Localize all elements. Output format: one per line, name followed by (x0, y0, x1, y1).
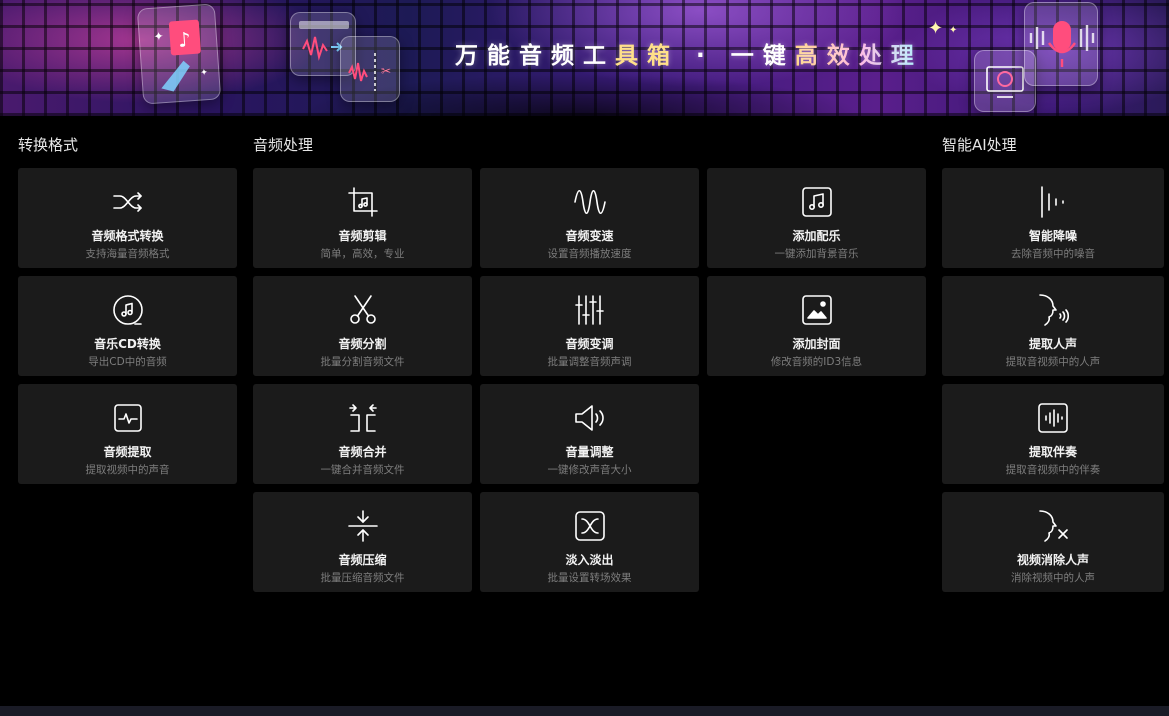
music-note-box-icon (800, 185, 834, 219)
card-name: 音频变速 (565, 229, 614, 243)
crop-note-icon (346, 185, 380, 219)
card-desc: 去除音频中的噪音 (1011, 248, 1095, 260)
card-desc: 批量设置转场效果 (547, 572, 632, 584)
card-audio-pitch[interactable]: 音频变调 批量调整音频声调 (480, 276, 699, 376)
card-volume[interactable]: 音量调整 一键修改声音大小 (480, 384, 699, 484)
card-name: 视频消除人声 (1016, 553, 1089, 567)
speaker-icon (573, 401, 607, 435)
svg-text:♪: ♪ (177, 27, 191, 52)
sine-wave-icon (573, 185, 607, 219)
section-title-ai: 智能AI处理 (942, 136, 1017, 154)
denoise-bars-icon (1036, 185, 1070, 219)
card-desc: 一键合并音频文件 (320, 464, 405, 476)
card-format-convert[interactable]: 音频格式转换 支持海量音频格式 (18, 168, 237, 268)
shuffle-icon (111, 185, 145, 219)
card-name: 音频剪辑 (338, 229, 387, 243)
banner-title: 万能音频工具箱 · 一键高效处理 (455, 43, 923, 69)
card-desc: 一键修改声音大小 (547, 464, 632, 476)
audio-cut-decoration-icon: ✂ (340, 36, 400, 102)
card-extract-accompaniment[interactable]: 提取伴奏 提取音视频中的伴奏 (942, 384, 1164, 484)
card-remove-voice[interactable]: 视频消除人声 消除视频中的人声 (942, 492, 1164, 592)
card-desc: 批量调整音频声调 (547, 356, 632, 368)
card-audio-compress[interactable]: 音频压缩 批量压缩音频文件 (253, 492, 472, 592)
card-desc: 消除视频中的人声 (1011, 572, 1095, 584)
music-file-decoration-icon: ♪ ✦ ✦ (136, 3, 222, 105)
microphone-decoration-icon (1024, 2, 1098, 86)
sliders-icon (573, 293, 607, 327)
card-name: 音量调整 (565, 445, 614, 459)
card-name: 音乐CD转换 (94, 337, 161, 351)
card-name: 音频变调 (565, 337, 614, 351)
svg-text:✂: ✂ (381, 64, 391, 78)
audio-bars-box-icon (1036, 401, 1070, 435)
card-fade[interactable]: 淡入淡出 批量设置转场效果 (480, 492, 699, 592)
card-name: 音频格式转换 (91, 229, 164, 243)
card-desc: 一键添加背景音乐 (774, 248, 859, 260)
card-desc: 批量分割音频文件 (320, 356, 405, 368)
card-name: 添加封面 (792, 337, 841, 351)
scissors-icon (346, 293, 380, 327)
waveform-box-icon (111, 401, 145, 435)
card-add-music[interactable]: 添加配乐 一键添加背景音乐 (707, 168, 926, 268)
card-name: 淡入淡出 (565, 553, 614, 567)
section-title-convert: 转换格式 (18, 136, 79, 154)
card-add-cover[interactable]: 添加封面 修改音频的ID3信息 (707, 276, 926, 376)
card-audio-extract[interactable]: 音频提取 提取视频中的声音 (18, 384, 237, 484)
card-audio-merge[interactable]: 音频合并 一键合并音频文件 (253, 384, 472, 484)
card-audio-cut[interactable]: 音频剪辑 简单，高效，专业 (253, 168, 472, 268)
card-name: 添加配乐 (792, 229, 841, 243)
voice-face-icon (1036, 293, 1070, 327)
card-desc: 提取音视频中的人声 (1005, 356, 1101, 368)
card-extract-voice[interactable]: 提取人声 提取音视频中的人声 (942, 276, 1164, 376)
card-denoise[interactable]: 智能降噪 去除音频中的噪音 (942, 168, 1164, 268)
sparkle-icon: ✦ (928, 18, 944, 39)
card-audio-speed[interactable]: 音频变速 设置音频播放速度 (480, 168, 699, 268)
card-audio-split[interactable]: 音频分割 批量分割音频文件 (253, 276, 472, 376)
card-name: 提取人声 (1028, 337, 1077, 351)
merge-icon (346, 401, 380, 435)
card-desc: 支持海量音频格式 (85, 248, 170, 260)
card-name: 智能降噪 (1028, 229, 1077, 243)
crossfade-icon (573, 509, 607, 543)
image-icon (800, 293, 834, 327)
card-desc: 简单，高效，专业 (320, 248, 405, 260)
card-desc: 导出CD中的音频 (88, 356, 167, 368)
svg-text:✦: ✦ (153, 29, 164, 44)
card-name: 音频压缩 (338, 553, 387, 567)
card-desc: 提取音视频中的伴奏 (1005, 464, 1101, 476)
compress-icon (346, 509, 380, 543)
card-name: 音频合并 (338, 445, 387, 459)
card-desc: 提取视频中的声音 (85, 464, 170, 476)
section-title-audio: 音频处理 (253, 136, 314, 154)
mute-face-icon (1036, 509, 1070, 543)
card-name: 音频提取 (103, 445, 152, 459)
card-cd-convert[interactable]: 音乐CD转换 导出CD中的音频 (18, 276, 237, 376)
card-desc: 修改音频的ID3信息 (770, 356, 863, 368)
bottom-status-bar (0, 706, 1169, 716)
sparkle-small-icon: ✦ (949, 25, 958, 36)
card-desc: 设置音频播放速度 (547, 248, 632, 260)
svg-text:✦: ✦ (200, 68, 209, 79)
music-disc-icon (111, 293, 145, 327)
promo-banner[interactable]: ♪ ✦ ✦ ✂ 万能音频工具箱 · 一键高效处理 ✦ ✦ (0, 0, 1169, 116)
card-name: 提取伴奏 (1028, 445, 1077, 459)
card-name: 音频分割 (338, 337, 387, 351)
card-desc: 批量压缩音频文件 (320, 572, 405, 584)
